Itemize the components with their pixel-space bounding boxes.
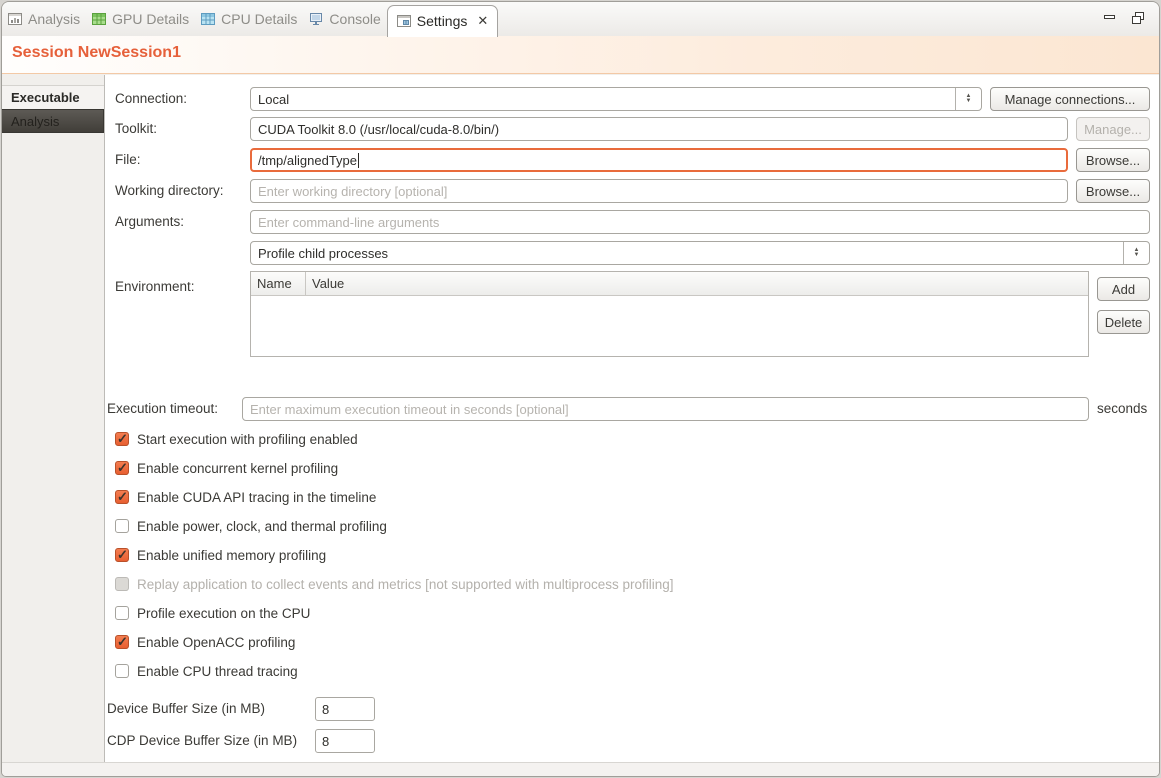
checkbox-cpu-thread-tracing[interactable] bbox=[115, 664, 129, 678]
checkbox-row: Enable CPU thread tracing bbox=[115, 663, 298, 679]
browse-file-button[interactable]: Browse... bbox=[1076, 148, 1150, 172]
working-directory-label: Working directory: bbox=[115, 179, 224, 203]
tab-console[interactable]: Console bbox=[303, 2, 386, 36]
arguments-input[interactable]: Enter command-line arguments bbox=[250, 210, 1150, 234]
manage-connections-button[interactable]: Manage connections... bbox=[990, 87, 1150, 111]
spinner-icon[interactable]: ▲▼ bbox=[955, 88, 981, 110]
file-label: File: bbox=[115, 148, 141, 172]
toolkit-label: Toolkit: bbox=[115, 117, 157, 141]
view-controls bbox=[1103, 11, 1145, 25]
checkbox-label: Enable unified memory profiling bbox=[137, 548, 326, 563]
working-directory-input[interactable]: Enter working directory [optional] bbox=[250, 179, 1068, 203]
file-value: /tmp/alignedType bbox=[258, 153, 357, 168]
checkbox-start-profiling[interactable] bbox=[115, 432, 129, 446]
cdp-device-buffer-size-label: CDP Device Buffer Size (in MB) bbox=[107, 729, 297, 753]
execution-timeout-placeholder: Enter maximum execution timeout in secon… bbox=[250, 402, 569, 417]
environment-table[interactable]: Name Value bbox=[250, 271, 1089, 357]
checkbox-row: Enable CUDA API tracing in the timeline bbox=[115, 489, 376, 505]
arguments-label: Arguments: bbox=[115, 210, 184, 234]
text-caret bbox=[358, 153, 359, 168]
checkbox-row: Start execution with profiling enabled bbox=[115, 431, 358, 447]
checkbox-row: Replay application to collect events and… bbox=[115, 576, 674, 592]
profile-child-processes-select[interactable]: Profile child processes ▲▼ bbox=[250, 241, 1150, 265]
environment-table-header: Name Value bbox=[251, 272, 1088, 296]
connection-value: Local bbox=[258, 92, 289, 107]
checkbox-label: Enable concurrent kernel profiling bbox=[137, 461, 338, 476]
execution-timeout-input[interactable]: Enter maximum execution timeout in secon… bbox=[242, 397, 1089, 421]
checkbox-openacc[interactable] bbox=[115, 635, 129, 649]
add-environment-button[interactable]: Add bbox=[1097, 277, 1150, 301]
checkbox-cuda-api-tracing[interactable] bbox=[115, 490, 129, 504]
checkbox-label: Enable OpenACC profiling bbox=[137, 635, 295, 650]
session-title: Session NewSession1 bbox=[12, 44, 181, 62]
device-buffer-size-label: Device Buffer Size (in MB) bbox=[107, 697, 265, 721]
settings-body: Executable Analysis Connection: Local ▲▼… bbox=[2, 75, 1159, 763]
manage-toolkit-button: Manage... bbox=[1076, 117, 1150, 141]
checkbox-row: Profile execution on the CPU bbox=[115, 605, 310, 621]
tab-label: CPU Details bbox=[221, 2, 297, 36]
checkbox-label: Enable CPU thread tracing bbox=[137, 664, 298, 679]
working-directory-placeholder: Enter working directory [optional] bbox=[258, 184, 447, 199]
tab-cpu-details[interactable]: CPU Details bbox=[195, 2, 303, 36]
close-icon[interactable]: ✕ bbox=[477, 13, 488, 29]
tab-label: GPU Details bbox=[112, 2, 189, 36]
checkbox-label: Start execution with profiling enabled bbox=[137, 432, 358, 447]
tab-gpu-details[interactable]: GPU Details bbox=[86, 2, 195, 36]
window-bottom-edge bbox=[2, 762, 1159, 776]
file-input[interactable]: /tmp/alignedType bbox=[250, 148, 1068, 172]
toolkit-input[interactable]: CUDA Toolkit 8.0 (/usr/local/cuda-8.0/bi… bbox=[250, 117, 1068, 141]
connection-select[interactable]: Local ▲▼ bbox=[250, 87, 982, 111]
checkbox-label: Enable CUDA API tracing in the timeline bbox=[137, 490, 376, 505]
spinner-icon[interactable]: ▲▼ bbox=[1123, 242, 1149, 264]
nvvp-settings-window: Analysis GPU Details CPU Details bbox=[1, 1, 1160, 777]
tab-label: Console bbox=[329, 2, 380, 36]
cdp-device-buffer-size-input[interactable]: 8 bbox=[315, 729, 375, 753]
device-buffer-size-input[interactable]: 8 bbox=[315, 697, 375, 721]
column-header-value: Value bbox=[306, 272, 1088, 295]
restore-icon[interactable] bbox=[1131, 11, 1145, 25]
tab-settings[interactable]: Settings ✕ bbox=[387, 5, 499, 37]
cpu-details-icon bbox=[201, 12, 215, 26]
checkbox-label: Profile execution on the CPU bbox=[137, 606, 310, 621]
checkbox-row: Enable OpenACC profiling bbox=[115, 634, 295, 650]
environment-label: Environment: bbox=[115, 275, 195, 299]
checkbox-row: Enable unified memory profiling bbox=[115, 547, 326, 563]
checkbox-power-clock-thermal[interactable] bbox=[115, 519, 129, 533]
toolkit-value: CUDA Toolkit 8.0 (/usr/local/cuda-8.0/bi… bbox=[258, 122, 499, 137]
checkbox-profile-cpu[interactable] bbox=[115, 606, 129, 620]
seconds-label: seconds bbox=[1097, 397, 1147, 421]
device-buffer-size-value: 8 bbox=[322, 702, 329, 717]
executable-form: Connection: Local ▲▼ Manage connections.… bbox=[105, 75, 1159, 763]
checkbox-label: Enable power, clock, and thermal profili… bbox=[137, 519, 387, 534]
sidebar: Executable Analysis bbox=[2, 75, 105, 763]
checkbox-label: Replay application to collect events and… bbox=[137, 577, 674, 592]
tab-label: Analysis bbox=[28, 2, 80, 36]
tab-label: Settings bbox=[417, 6, 468, 37]
column-header-name: Name bbox=[251, 272, 306, 295]
checkbox-concurrent-kernel[interactable] bbox=[115, 461, 129, 475]
profile-child-processes-value: Profile child processes bbox=[258, 246, 388, 261]
tab-analysis[interactable]: Analysis bbox=[2, 2, 86, 36]
minimize-icon[interactable] bbox=[1103, 11, 1117, 25]
execution-timeout-label: Execution timeout: bbox=[107, 397, 218, 421]
arguments-placeholder: Enter command-line arguments bbox=[258, 215, 439, 230]
checkbox-row: Enable concurrent kernel profiling bbox=[115, 460, 338, 476]
checkbox-replay-application bbox=[115, 577, 129, 591]
checkbox-row: Enable power, clock, and thermal profili… bbox=[115, 518, 387, 534]
session-header: Session NewSession1 bbox=[2, 36, 1159, 74]
settings-icon bbox=[397, 14, 411, 28]
checkbox-unified-memory[interactable] bbox=[115, 548, 129, 562]
delete-environment-button[interactable]: Delete bbox=[1097, 310, 1150, 334]
sidebar-item-analysis[interactable]: Analysis bbox=[2, 109, 104, 133]
console-icon bbox=[309, 12, 323, 26]
cdp-device-buffer-size-value: 8 bbox=[322, 734, 329, 749]
analysis-icon bbox=[8, 12, 22, 26]
browse-working-directory-button[interactable]: Browse... bbox=[1076, 179, 1150, 203]
gpu-details-icon bbox=[92, 12, 106, 26]
view-tabbar: Analysis GPU Details CPU Details bbox=[2, 2, 1159, 36]
sidebar-item-executable[interactable]: Executable bbox=[2, 85, 104, 109]
connection-label: Connection: bbox=[115, 87, 187, 111]
